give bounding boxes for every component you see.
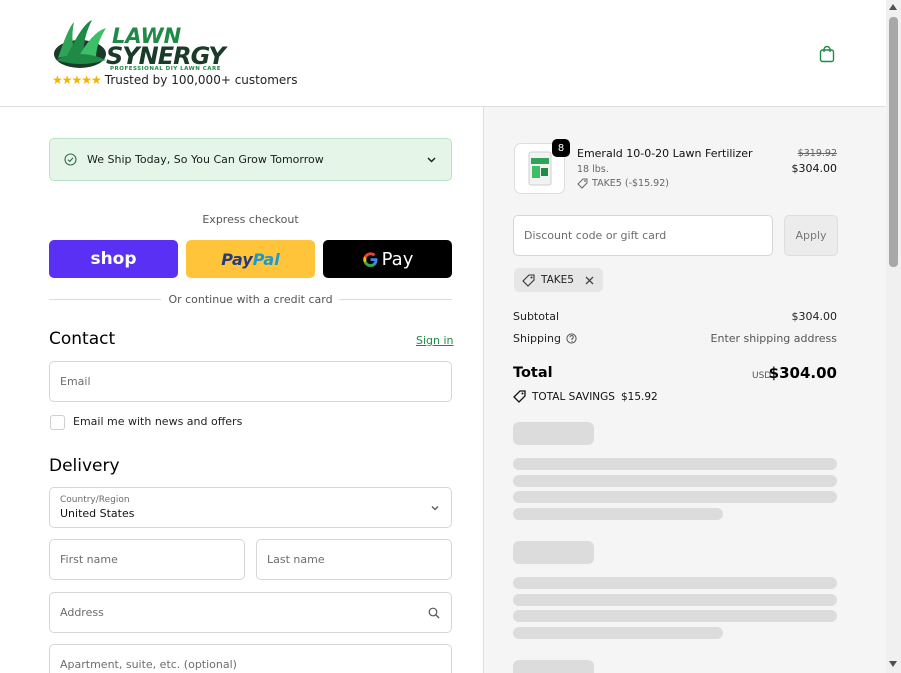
scrollbar-thumb[interactable] [889,17,898,267]
shop-pay-button[interactable]: shop [49,240,178,278]
contact-title: Contact [49,329,116,349]
savings-value: $15.92 [620,390,658,403]
paypal-button[interactable]: Pay Pal [186,240,315,278]
google-pay-label: Pay [381,248,414,270]
chevron-down-icon[interactable] [426,154,437,165]
scroll-up-arrow-icon[interactable] [889,4,897,10]
subtotal-label: Subtotal [513,310,560,323]
product-discount-text: TAKE5 (-$15.92) [592,178,669,189]
address-field[interactable]: Address [49,592,452,633]
tag-icon [513,390,526,403]
email-field[interactable]: Email [49,361,452,402]
discount-code-input[interactable]: Discount code or gift card [513,215,773,256]
apartment-placeholder: Apartment, suite, etc. (optional) [60,658,237,671]
google-pay-button[interactable]: Pay [323,240,452,278]
skeleton-heading [513,422,594,445]
shop-pay-label: shop [90,249,137,269]
email-placeholder: Email [60,375,91,388]
total-value: $304.00 [768,364,837,382]
address-placeholder: Address [60,606,104,619]
check-circle-icon [64,153,77,166]
scroll-down-arrow-icon[interactable] [889,661,897,667]
grass-logo-icon [54,20,106,68]
product-original-price: $319.92 [797,148,837,159]
trust-badge: ★★★★★ Trusted by 100,000+ customers [52,73,297,87]
paypal-label-pal: Pal [252,249,280,269]
paypal-label-pay: Pay [221,249,253,269]
shipping-label-row: Shipping [513,332,577,345]
subtotal-value: $304.00 [791,310,838,323]
skeleton-line [513,627,723,639]
page-scrollbar[interactable] [886,0,901,673]
site-header: LAWN SYNERGY PROFESSIONAL DIY LAWN CARE … [0,0,886,107]
delivery-title: Delivery [49,456,120,476]
product-variant: 18 lbs. [577,164,609,175]
applied-code-text: TAKE5 [541,274,574,286]
tag-icon [577,178,588,189]
skeleton-heading [513,660,594,673]
product-price: $304.00 [791,162,838,175]
shipping-value: Enter shipping address [710,332,837,345]
chevron-down-icon [431,506,439,511]
help-circle-icon[interactable] [566,333,577,344]
country-value: United States [60,507,135,520]
skeleton-line [513,610,837,622]
total-savings: TOTAL SAVINGS $15.92 [513,390,658,403]
trust-text: Trusted by 100,000+ customers [104,73,298,87]
skeleton-heading [513,541,594,564]
sign-in-link[interactable]: Sign in [416,334,454,347]
shopping-bag-icon[interactable] [818,45,836,63]
last-name-field[interactable]: Last name [256,539,452,580]
newsletter-checkbox[interactable] [50,415,65,430]
banner-text: We Ship Today, So You Can Grow Tomorrow [87,153,324,166]
shipping-promo-banner[interactable]: We Ship Today, So You Can Grow Tomorrow [49,138,452,181]
search-icon [428,607,440,619]
skeleton-line [513,458,837,470]
newsletter-label: Email me with news and offers [73,415,243,428]
google-g-icon [362,251,378,267]
divider-text: Or continue with a credit card [168,293,333,306]
close-icon[interactable] [584,275,595,286]
skeleton-line [513,491,837,503]
product-name: Emerald 10-0-20 Lawn Fertilizer [577,147,753,160]
skeleton-line [513,594,837,606]
apartment-field[interactable]: Apartment, suite, etc. (optional) [49,644,452,673]
skeleton-line [513,475,837,487]
tag-icon [522,273,535,287]
skeleton-line [513,577,837,589]
applied-discount-chip: TAKE5 [514,268,603,292]
savings-label: TOTAL SAVINGS [532,390,615,403]
shipping-label: Shipping [513,332,561,345]
apply-button[interactable]: Apply [784,215,838,256]
skeleton-line [513,508,723,520]
country-select[interactable]: Country/Region United States [49,487,452,528]
first-name-field[interactable]: First name [49,539,245,580]
total-label: Total [513,365,553,381]
first-name-placeholder: First name [60,553,118,566]
last-name-placeholder: Last name [267,553,325,566]
country-label: Country/Region [60,495,130,505]
discount-placeholder: Discount code or gift card [524,229,667,242]
express-checkout-label: Express checkout [202,213,299,226]
product-discount: TAKE5 (-$15.92) [577,178,669,189]
quantity-badge: 8 [552,139,570,157]
rating-stars: ★★★★★ [52,73,102,87]
brand-tagline: PROFESSIONAL DIY LAWN CARE [110,66,222,72]
